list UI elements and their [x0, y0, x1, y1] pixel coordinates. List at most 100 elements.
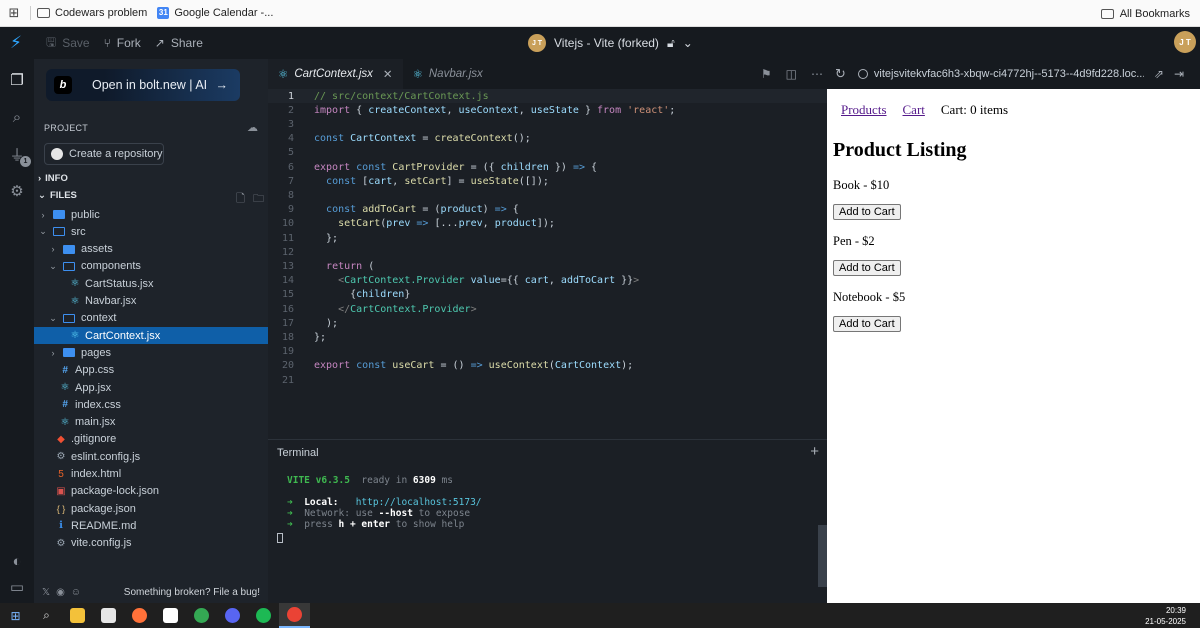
plugin-icon[interactable]: ⏚ 1 — [6, 143, 31, 167]
products-link[interactable]: Products — [841, 102, 887, 118]
all-bookmarks-label: All Bookmarks — [1119, 7, 1190, 20]
cloud-icon[interactable]: ☁ — [247, 121, 258, 134]
save-button[interactable]: 🖫 Save — [46, 33, 90, 54]
folder-item[interactable]: › pages — [34, 344, 268, 361]
files-section[interactable]: ⌄ FILES — [38, 190, 77, 201]
add-terminal-icon[interactable]: + — [810, 443, 819, 460]
chevron-right-icon: › — [51, 347, 55, 358]
file-bug-link[interactable]: Something broken? File a bug! — [124, 587, 260, 598]
tree-item-label: src — [71, 225, 86, 238]
file-explorer-icon[interactable] — [62, 603, 93, 628]
discord-icon[interactable]: ☺ — [71, 587, 81, 598]
all-bookmarks[interactable]: All Bookmarks — [1100, 0, 1190, 27]
open-in-bolt-label: Open in bolt.new | AI — [92, 78, 208, 92]
settings-gear-icon[interactable]: ⚙ — [6, 180, 28, 202]
lock-icon[interactable]: 🔓︎ — [667, 36, 675, 51]
tree-item-label: context — [81, 312, 117, 325]
notion-icon[interactable] — [155, 603, 186, 628]
add-to-cart-button[interactable]: Add to Cart — [833, 260, 901, 276]
close-icon[interactable]: ✕ — [383, 67, 393, 81]
folder-item[interactable]: ⌄ components — [34, 258, 268, 275]
line-number: 19 — [281, 346, 294, 358]
folder-item[interactable]: ⌄ context — [34, 310, 268, 327]
system-clock[interactable]: 20:39 21-05-2025 — [1145, 605, 1186, 627]
notification-badge: 1 — [20, 156, 31, 167]
format-icon[interactable]: ⚑ — [761, 67, 772, 81]
code-text: // src/context/CartContext.js — [314, 90, 489, 102]
line-number: 11 — [281, 232, 294, 244]
bolt-logo-icon[interactable]: ⚡ — [0, 33, 32, 53]
file-item[interactable]: ▣ package-lock.json — [34, 483, 268, 500]
terminal-scrollbar[interactable] — [818, 525, 827, 587]
project-label: PROJECT — [44, 123, 89, 133]
file-item[interactable]: 5 index.html — [34, 466, 268, 483]
code-editor[interactable]: 1 // src/context/CartContext.js 2 import { … — [268, 89, 827, 439]
tab-cartcontext[interactable]: ⚛ CartContext.jsx ✕ — [268, 59, 403, 89]
file-item[interactable]: ⚛ App.jsx — [34, 379, 268, 396]
chrome-icon[interactable] — [186, 603, 217, 628]
theme-toggle-icon[interactable]: ◐ — [6, 550, 28, 572]
search-icon[interactable]: ⌕ — [6, 106, 28, 128]
file-item[interactable]: ⚛ CartContext.jsx — [34, 327, 268, 345]
share-button[interactable]: ↗ Share — [155, 36, 203, 50]
code-line: 10 setCart(prev => [...prev, product]); — [268, 217, 827, 231]
firefox-icon[interactable] — [124, 603, 155, 628]
file-item[interactable]: ⚙ eslint.config.js — [34, 448, 268, 465]
more-icon[interactable]: ⋯ — [811, 67, 823, 81]
chevron-down-icon[interactable]: ⌄ — [683, 36, 693, 50]
terminal-panel[interactable]: Terminal + VITE v6.3.5 ready in 6309 ms … — [268, 439, 827, 603]
files-icon[interactable]: ❐ — [6, 69, 28, 91]
split-editor-icon[interactable]: ◫ — [786, 67, 797, 81]
folder-icon — [1100, 8, 1114, 19]
file-item[interactable]: ⚛ main.jsx — [34, 414, 268, 431]
collapse-preview-icon[interactable]: ⇥ — [1174, 67, 1184, 81]
tree-item-label: .gitignore — [71, 433, 117, 446]
cart-link[interactable]: Cart — [903, 102, 925, 118]
file-item[interactable]: ◆ .gitignore — [34, 431, 268, 448]
apps-grid-icon[interactable]: ⊞ — [0, 5, 28, 21]
folder-item[interactable]: ⌄ src — [34, 223, 268, 240]
search-icon[interactable]: ⌕ — [31, 603, 62, 628]
fork-button[interactable]: ⑂ Fork — [104, 36, 141, 50]
chrome-active-icon[interactable] — [279, 603, 310, 628]
add-to-cart-button[interactable]: Add to Cart — [833, 316, 901, 332]
panel-toggle-icon[interactable]: ▭ — [6, 576, 28, 598]
folder-item[interactable]: › assets — [34, 241, 268, 258]
add-to-cart-button[interactable]: Add to Cart — [833, 204, 901, 220]
code-line: 9 const addToCart = (product) => { — [268, 203, 827, 217]
file-item[interactable]: ⚙ vite.config.js — [34, 535, 268, 552]
file-item[interactable]: # App.css — [34, 362, 268, 379]
bookmark-google-calendar[interactable]: 31 Google Calendar -... — [157, 7, 273, 19]
info-section[interactable]: › INFO — [38, 173, 68, 184]
discord-icon[interactable] — [217, 603, 248, 628]
folder-item[interactable]: › public — [34, 206, 268, 223]
windows-start-icon[interactable]: ⊞ — [0, 603, 31, 628]
file-item[interactable]: # index.css — [34, 396, 268, 413]
file-item[interactable]: ⚛ Navbar.jsx — [34, 293, 268, 310]
file-item[interactable]: ℹ README.md — [34, 517, 268, 534]
code-line: 8 — [268, 188, 827, 202]
tab-navbar[interactable]: ⚛ Navbar.jsx — [403, 59, 493, 89]
open-external-icon[interactable]: ⇗ — [1154, 67, 1164, 81]
file-item[interactable]: ⚛ CartStatus.jsx — [34, 275, 268, 292]
project-title-area[interactable]: J T Vitejs - Vite (forked) 🔓︎ ⌄ — [528, 27, 693, 59]
fork-icon: ⑂ — [103, 36, 111, 50]
bookmark-codewars[interactable]: Codewars problem — [37, 7, 147, 19]
preview-url[interactable]: vitejsvitekvfac6h3-xbqw-ci4772hj--5173--… — [874, 68, 1144, 80]
twitter-icon[interactable]: 𝕏 — [42, 587, 50, 598]
github-icon[interactable]: ◉ — [56, 587, 65, 598]
code-line: 15 {children} — [268, 288, 827, 302]
reload-icon[interactable]: ↻ — [835, 66, 846, 82]
store-icon[interactable] — [93, 603, 124, 628]
spotify-icon[interactable] — [248, 603, 279, 628]
create-repository-button[interactable]: Create a repository — [44, 143, 164, 165]
code-line: 4 const CartContext = createContext(); — [268, 132, 827, 146]
open-in-bolt-button[interactable]: b Open in bolt.new | AI → — [46, 69, 240, 101]
tree-item-label: package-lock.json — [71, 485, 160, 498]
git-icon: ◆ — [57, 433, 65, 445]
user-avatar[interactable]: J T — [1174, 31, 1196, 53]
npm-icon: ▣ — [56, 485, 66, 497]
bookmark-separator — [30, 6, 31, 20]
file-item[interactable]: { } package.json — [34, 500, 268, 517]
line-number: 9 — [287, 204, 294, 216]
